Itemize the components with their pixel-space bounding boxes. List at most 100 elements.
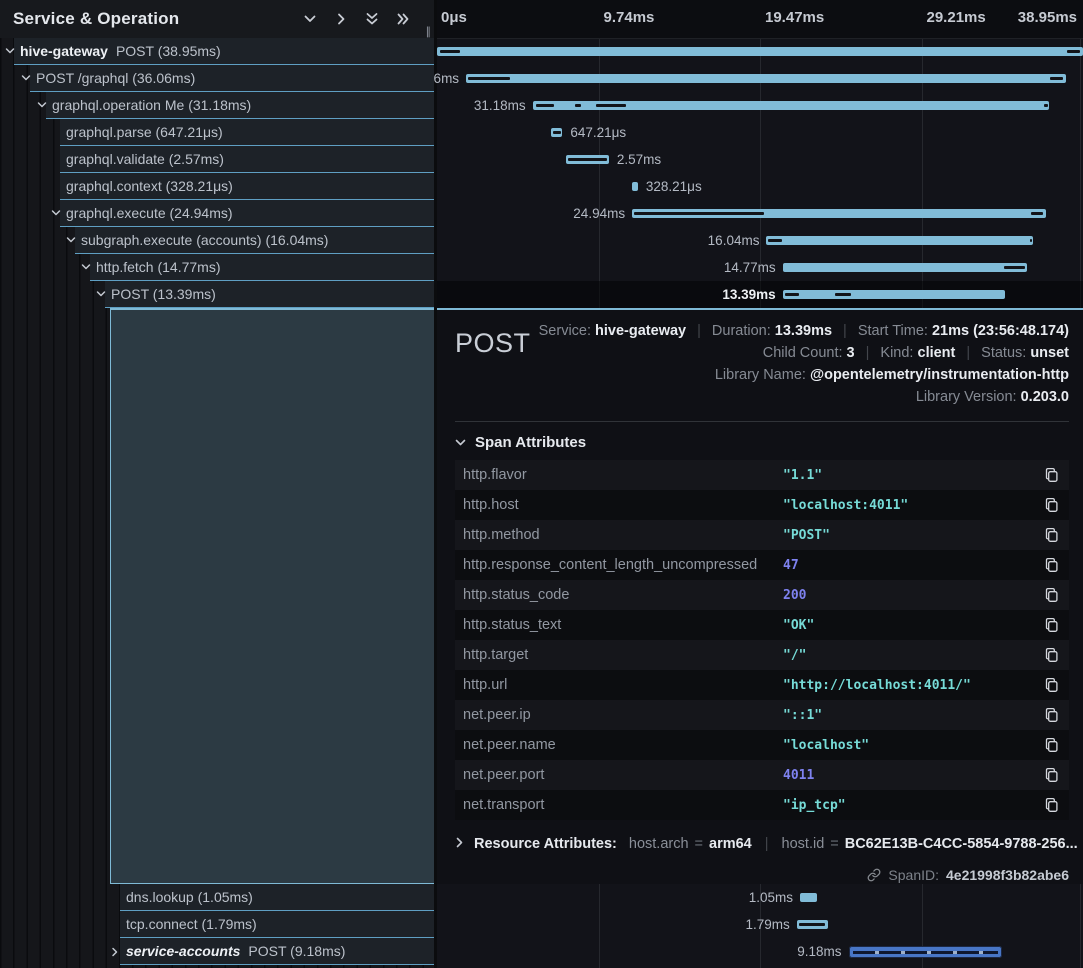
span-row-label: graphql.operation Me (31.18ms): [52, 97, 251, 113]
attribute-value: "ip_tcp": [783, 798, 1042, 813]
span-row-post[interactable]: hive-gatewayPOST (38.95ms): [0, 38, 434, 65]
child-span-marker: [1031, 212, 1043, 215]
attribute-row: http.method"POST": [455, 520, 1069, 550]
attribute-key: http.host: [463, 497, 783, 513]
span-bar[interactable]: [766, 236, 1032, 245]
copy-icon[interactable]: [1042, 586, 1060, 604]
copy-icon[interactable]: [1042, 766, 1060, 784]
attribute-key: net.transport: [463, 797, 783, 813]
chevron-down-icon[interactable]: [5, 47, 15, 55]
child-span-marker: [568, 158, 606, 161]
attribute-row: http.host"localhost:4011": [455, 490, 1069, 520]
chevron-right-icon[interactable]: [111, 947, 119, 957]
copy-icon[interactable]: [1042, 676, 1060, 694]
span-row-label: graphql.validate (2.57ms): [66, 151, 224, 167]
attribute-key: http.method: [463, 527, 783, 543]
copy-icon[interactable]: [1042, 496, 1060, 514]
span-row-dns-lookup[interactable]: dns.lookup (1.05ms): [0, 884, 434, 911]
meta-label: Kind:: [880, 345, 917, 361]
copy-icon[interactable]: [1042, 616, 1060, 634]
attribute-value: "OK": [783, 618, 1042, 633]
span-row-label: service-accountsPOST (9.18ms): [126, 943, 345, 959]
resource-key: host.arch: [629, 836, 689, 852]
divider: |: [765, 836, 769, 852]
attribute-row: http.target"/": [455, 640, 1069, 670]
chevron-right-icon[interactable]: [334, 12, 348, 26]
link-icon[interactable]: [867, 868, 881, 882]
resource-attributes-toggle[interactable]: Resource Attributes: host.arch=arm64|hos…: [455, 836, 1069, 852]
span-detail-panel: POST Service: hive-gateway|Duration: 13.…: [437, 308, 1083, 884]
chevron-down-icon[interactable]: [51, 209, 61, 217]
span-duration-label: 9.18ms: [797, 944, 841, 959]
copy-icon[interactable]: [1042, 646, 1060, 664]
span-bar[interactable]: [800, 893, 817, 902]
span-bar[interactable]: [632, 209, 1045, 218]
resource-attributes-title: Resource Attributes:: [474, 836, 617, 852]
service-name: service-accounts: [126, 943, 240, 959]
ruler-tick: 0μs: [441, 9, 467, 26]
span-duration-label: 14.77ms: [724, 260, 776, 275]
meta-label: Service:: [539, 323, 595, 339]
copy-icon[interactable]: [1042, 556, 1060, 574]
span-duration-label: 1.05ms: [749, 890, 793, 905]
chevron-down-icon[interactable]: [37, 101, 47, 109]
meta-label: Library Name:: [715, 367, 810, 383]
span-duration-label: 328.21μs: [646, 179, 702, 194]
span-row-http-fetch[interactable]: http.fetch (14.77ms): [0, 254, 434, 281]
attribute-value: "/": [783, 648, 1042, 663]
chevron-down-icon[interactable]: [96, 290, 106, 298]
service-name: hive-gateway: [20, 43, 108, 59]
span-bar[interactable]: [783, 263, 1028, 272]
span-row-post[interactable]: service-accountsPOST (9.18ms): [0, 938, 434, 965]
span-row-post[interactable]: POST (13.39ms): [0, 281, 434, 308]
span-bar[interactable]: [466, 74, 1066, 83]
meta-label: Child Count:: [763, 345, 847, 361]
chevron-down-icon[interactable]: [66, 236, 76, 244]
span-detail-meta: Service: hive-gateway|Duration: 13.39ms|…: [539, 320, 1069, 408]
span-row-graphql-execute[interactable]: graphql.execute (24.94ms): [0, 200, 434, 227]
child-span-marker: [634, 212, 764, 215]
span-bar[interactable]: [849, 946, 1003, 958]
resource-key: host.id: [782, 836, 825, 852]
chevron-down-icon[interactable]: [21, 74, 31, 82]
span-bar[interactable]: [533, 101, 1050, 110]
meta-label: Start Time:: [858, 323, 932, 339]
copy-icon[interactable]: [1042, 706, 1060, 724]
span-bar[interactable]: [783, 290, 1005, 299]
double-chevron-right-icon[interactable]: [396, 12, 410, 26]
divider: |: [966, 345, 970, 361]
divider: |: [866, 345, 870, 361]
panel-resize-handle[interactable]: ∥: [426, 25, 432, 38]
copy-icon[interactable]: [1042, 466, 1060, 484]
copy-icon[interactable]: [1042, 796, 1060, 814]
span-row-graphql-operation-me[interactable]: graphql.operation Me (31.18ms): [0, 92, 434, 119]
span-bar[interactable]: [797, 920, 828, 929]
span-bar[interactable]: [437, 47, 1083, 56]
span-row-tcp-connect[interactable]: tcp.connect (1.79ms): [0, 911, 434, 938]
chevron-down-icon[interactable]: [303, 12, 317, 26]
span-bar[interactable]: [566, 155, 609, 164]
span-row-graphql-validate[interactable]: graphql.validate (2.57ms): [0, 146, 434, 173]
span-row-label: graphql.execute (24.94ms): [66, 205, 233, 221]
span-meta-line: Library Version: 0.203.0: [539, 386, 1069, 408]
timeline-row: 2.57ms: [437, 146, 1083, 173]
child-span-marker: [785, 293, 799, 296]
span-row-graphql-context[interactable]: graphql.context (328.21μs): [0, 173, 434, 200]
span-id-line: SpanID: 4e21998f3b82abe6: [455, 867, 1069, 883]
meta-value: client: [918, 345, 956, 361]
span-bar[interactable]: [551, 128, 562, 137]
timeline-row: 14.77ms: [437, 254, 1083, 281]
double-chevron-down-icon[interactable]: [365, 12, 379, 26]
span-row-subgraph-execute-accounts-[interactable]: subgraph.execute (accounts) (16.04ms): [0, 227, 434, 254]
chevron-down-icon[interactable]: [81, 263, 91, 271]
span-attributes-toggle[interactable]: Span Attributes: [455, 434, 1069, 451]
attribute-row: net.peer.name"localhost": [455, 730, 1069, 760]
copy-icon[interactable]: [1042, 526, 1060, 544]
copy-icon[interactable]: [1042, 736, 1060, 754]
span-row-graphql-parse[interactable]: graphql.parse (647.21μs): [0, 119, 434, 146]
child-span-marker: [553, 131, 561, 134]
span-row-post-graphql[interactable]: POST /graphql (36.06ms): [0, 65, 434, 92]
span-bar[interactable]: [632, 182, 638, 191]
timeline-row: 24.94ms: [437, 200, 1083, 227]
attribute-key: http.target: [463, 647, 783, 663]
